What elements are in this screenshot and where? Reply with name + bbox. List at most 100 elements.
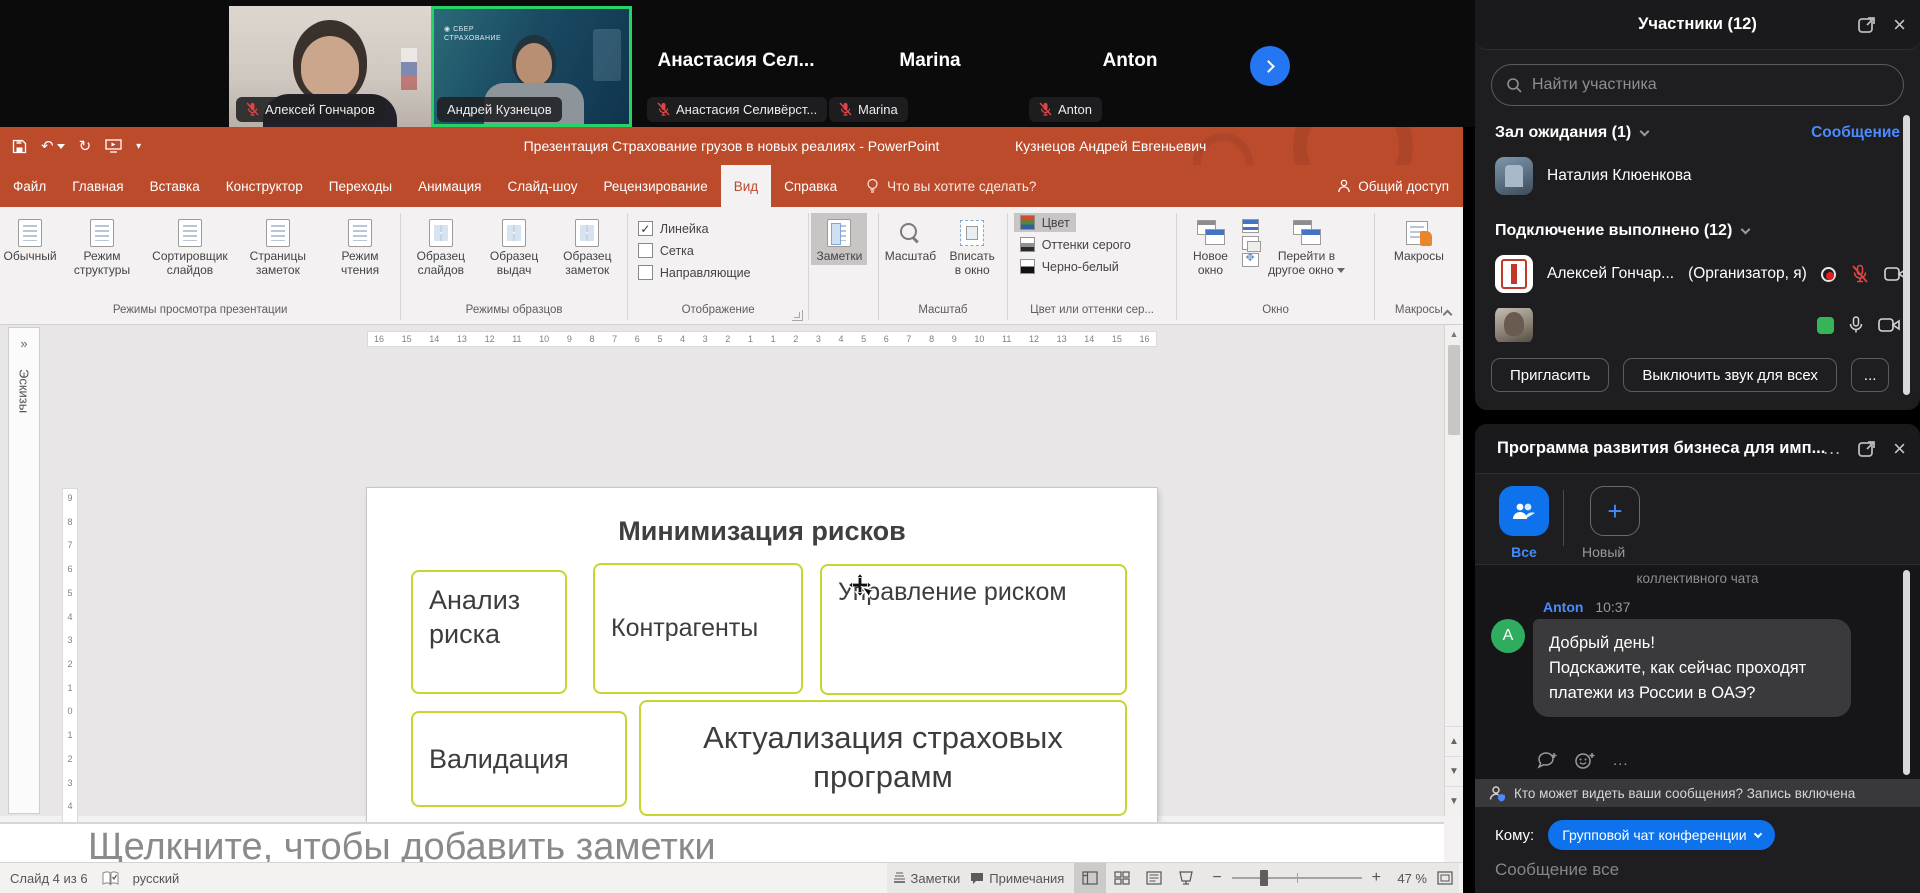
recipient-selector[interactable]: Групповой чат конференции (1548, 820, 1774, 850)
show-checkbox[interactable]: Линейка (638, 221, 751, 236)
scroll-down-icon[interactable]: ▼ (1445, 786, 1463, 816)
popout-icon[interactable] (1857, 15, 1877, 35)
slide-text-box[interactable]: Валидация (411, 711, 627, 807)
next-participants-button[interactable] (1250, 46, 1290, 86)
notes-pane[interactable]: Щелкните, чтобы добавить заметки (0, 822, 1444, 862)
thumbnails-pane-collapsed[interactable]: » Эскизы (8, 327, 40, 814)
color-option[interactable]: Цвет (1014, 213, 1076, 232)
camera-icon[interactable] (1878, 317, 1900, 333)
ribbon-tab[interactable]: Вид (721, 165, 771, 207)
joined-section[interactable]: Подключение выполнено (12) (1495, 222, 1900, 240)
switch-window-button[interactable]: Перейти в другое окно (1262, 213, 1350, 279)
tell-me-search[interactable]: Что вы хотите сделать? (850, 165, 1052, 207)
message-bubble[interactable]: Добрый день! Подскажите, как сейчас прох… (1533, 619, 1851, 717)
participant-row-natalia[interactable]: Наталия Клюенкова (1495, 156, 1900, 196)
view-mode-button[interactable]: Страницы заметок (234, 213, 322, 279)
reading-view-button[interactable] (1138, 863, 1170, 893)
master-view-button[interactable]: Образец заметок (550, 213, 625, 279)
redo-icon[interactable]: ↻ (79, 137, 92, 155)
message-author[interactable]: Anton (1543, 599, 1583, 615)
expand-pane-icon[interactable]: » (20, 336, 27, 351)
participant-row-partial[interactable] (1495, 308, 1900, 342)
show-checkbox[interactable]: Направляющие (638, 265, 751, 280)
ribbon-tab[interactable]: Переходы (316, 165, 405, 207)
save-icon[interactable] (12, 139, 27, 154)
search-participant-input[interactable]: Найти участника (1491, 64, 1904, 106)
chat-message-input[interactable]: Сообщение все (1495, 860, 1619, 880)
mic-off-icon[interactable] (1851, 264, 1869, 284)
previous-slide-button[interactable]: ▲ (1445, 726, 1463, 756)
zoom-percentage[interactable]: 47 % (1391, 871, 1427, 886)
notes-toggle-button[interactable]: Заметки (811, 213, 867, 265)
cascade-icon[interactable] (1242, 236, 1259, 250)
new-window-button[interactable]: Новое окно (1179, 213, 1241, 279)
notes-toggle[interactable]: Заметки (893, 871, 961, 886)
black-white-option[interactable]: Черно-белый (1014, 257, 1125, 276)
close-participants-icon[interactable]: × (1893, 14, 1906, 36)
emoji-reaction-icon[interactable] (1575, 751, 1597, 769)
slide-title[interactable]: Минимизация рисков (367, 516, 1157, 547)
privacy-notice-bar[interactable]: Кто может видеть ваши сообщения? Запись … (1475, 779, 1920, 807)
ribbon-tab[interactable]: Файл (0, 165, 59, 207)
view-mode-button[interactable]: Режим чтения (322, 213, 398, 279)
slide-sorter-view-button[interactable] (1106, 863, 1138, 893)
zoom-button[interactable]: Масштаб (881, 213, 940, 265)
macros-button[interactable]: Макросы (1389, 213, 1449, 265)
zoom-out-button[interactable]: − (1212, 869, 1221, 887)
view-mode-button[interactable]: Сортировщик слайдов (146, 213, 234, 279)
slide-text-box[interactable]: Актуализация страховых программ (639, 700, 1127, 816)
mic-icon[interactable] (1849, 316, 1863, 334)
title-bar[interactable]: Презентация Страхование грузов в новых р… (0, 127, 1463, 165)
scroll-up-icon[interactable]: ▲ (1445, 329, 1463, 339)
zoom-slider-handle[interactable] (1260, 870, 1268, 886)
show-checkbox[interactable]: Сетка (638, 243, 751, 258)
dialog-launcher-icon[interactable] (792, 310, 803, 321)
more-options-button[interactable]: ... (1851, 358, 1890, 392)
tab-new-chat[interactable]: + Новый чат (1582, 486, 1648, 576)
horizontal-ruler[interactable]: 1615141312111098765432112345678910111213… (367, 331, 1157, 347)
chat-scrollbar[interactable] (1903, 570, 1910, 775)
fit-to-window-button[interactable]: Вписать в окно (940, 213, 1005, 279)
reply-icon[interactable] (1537, 751, 1559, 769)
move-split-icon[interactable] (1242, 253, 1259, 267)
close-chat-icon[interactable]: × (1893, 438, 1906, 460)
ribbon-tab[interactable]: Слайд-шоу (494, 165, 590, 207)
customize-qat-icon[interactable]: ▾ (136, 141, 141, 152)
master-view-button[interactable]: Образец слайдов (403, 213, 478, 279)
message-more-icon[interactable]: ... (1613, 752, 1629, 769)
comments-toggle[interactable]: Примечания (970, 871, 1064, 886)
slideshow-view-button[interactable] (1170, 863, 1202, 893)
ribbon-tab[interactable]: Вставка (137, 165, 213, 207)
start-slideshow-icon[interactable] (105, 139, 122, 153)
spellcheck-icon[interactable] (102, 871, 119, 886)
grayscale-option[interactable]: Оттенки серого (1014, 235, 1137, 254)
view-mode-button[interactable]: Режим структуры (58, 213, 146, 279)
slide-text-box[interactable]: Анализ риска (411, 570, 567, 694)
invite-button[interactable]: Пригласить (1491, 358, 1609, 392)
scrollbar-thumb[interactable] (1448, 345, 1460, 435)
message-waiting-link[interactable]: Сообщение (1811, 124, 1900, 142)
tab-all-chats[interactable]: Все (1491, 486, 1557, 560)
ribbon-tab[interactable]: Рецензирование (590, 165, 720, 207)
chat-messages-area[interactable]: коллективного чата Anton 10:37 A Добрый … (1475, 564, 1920, 779)
ribbon-tab[interactable]: Конструктор (213, 165, 316, 207)
popout-icon[interactable] (1857, 439, 1877, 459)
ribbon-tab[interactable]: Анимация (405, 165, 494, 207)
arrange-all-icon[interactable] (1242, 219, 1259, 233)
account-user-name[interactable]: Кузнецов Андрей Евгеньевич (1015, 127, 1463, 165)
share-button[interactable]: Общий доступ (1337, 165, 1449, 207)
chat-more-icon[interactable]: ... (1823, 438, 1841, 459)
slide-text-box[interactable]: Контрагенты (593, 563, 803, 694)
language-indicator[interactable]: русский (133, 871, 180, 886)
waiting-room-section[interactable]: Зал ожидания (1) Сообщение (1495, 124, 1900, 142)
master-view-button[interactable]: Образец выдач (478, 213, 549, 279)
participant-row-host[interactable]: Алексей Гончар... (Организатор, я) (1495, 254, 1900, 294)
normal-view-button[interactable] (1074, 863, 1106, 893)
ribbon-tab[interactable]: Справка (771, 165, 850, 207)
zoom-in-button[interactable]: + (1372, 869, 1381, 887)
next-slide-button[interactable]: ▼ (1445, 756, 1463, 786)
undo-icon[interactable]: ↶ (41, 137, 65, 155)
zoom-slider[interactable] (1232, 863, 1362, 893)
fit-slide-to-window-icon[interactable] (1437, 871, 1453, 885)
participants-scrollbar[interactable] (1903, 115, 1910, 395)
